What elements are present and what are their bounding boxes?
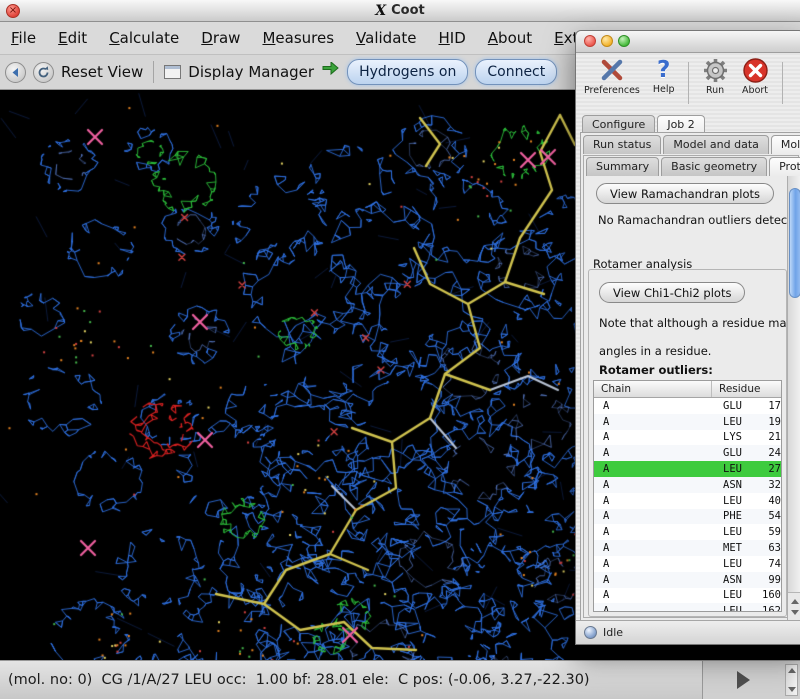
molprobity-dialog: Preferences ? Help Run (575, 30, 800, 645)
screen: × X Coot FileEditCalculateDrawMeasuresVa… (0, 0, 800, 699)
coot-titlebar: × X Coot (0, 0, 800, 22)
toolbar-separator (153, 61, 154, 83)
view-ramachandran-plots-button[interactable]: View Ramachandran plots (596, 183, 774, 204)
dialog-scrollbar[interactable] (787, 176, 800, 621)
reset-view-button[interactable]: Reset View (61, 63, 143, 81)
rotamer-row-LYS-21[interactable]: ALYS21 (594, 430, 781, 446)
rotamer-row-LEU-162[interactable]: ALEU162 (594, 603, 781, 612)
dialog-status-bar: Idle (576, 620, 800, 644)
rotamer-frame: View Chi1-Chi2 plots Note that although … (588, 269, 787, 617)
scrollbar-arrows[interactable] (788, 592, 800, 621)
display-manager-button[interactable]: Display Manager (188, 63, 314, 81)
chain-column-header[interactable]: Chain (594, 381, 712, 397)
preferences-button[interactable]: Preferences (584, 57, 640, 96)
scroll-down-icon (788, 687, 796, 692)
rotamer-row-LEU-74[interactable]: ALEU74 (594, 556, 781, 572)
rotamer-row-GLU-17[interactable]: AGLU17 (594, 398, 781, 414)
menu-file[interactable]: File (0, 22, 47, 55)
main-status-bar: (mol. no: 0) CG /1/A/27 LEU occ: 1.00 bf… (0, 660, 800, 699)
hydrogens-toggle-button[interactable]: Hydrogens on (347, 59, 468, 85)
back-view-icon[interactable] (5, 62, 26, 83)
rotamer-row-PHE-54[interactable]: APHE54 (594, 509, 781, 525)
tab-category-protein[interactable]: Protein (769, 157, 800, 176)
x11-icon: X (375, 3, 386, 19)
dialog-close-button[interactable] (584, 35, 596, 47)
refresh-view-icon[interactable] (33, 62, 54, 83)
dialog-toolbar-separator (688, 62, 689, 104)
notebook: Run statusModel and dataMolProbity Summa… (580, 132, 800, 621)
category-tabs: SummaryBasic geometryProteinC (586, 157, 800, 176)
rotamer-note-line1: Note that although a residue may lie (599, 316, 799, 330)
atom-status-text: (mol. no: 0) CG /1/A/27 LEU occ: 1.00 bf… (8, 661, 590, 699)
scrollbar-down-icon (791, 610, 799, 615)
dialog-zoom-button[interactable] (618, 35, 630, 47)
menu-edit[interactable]: Edit (47, 22, 98, 55)
status-corner-panel (702, 661, 800, 699)
rotamer-table: Chain Residue AGLU17ALEU19ALYS21AGLU24AL… (593, 380, 782, 612)
rotamer-table-body: AGLU17ALEU19ALYS21AGLU24ALEU27AASN32ALEU… (594, 398, 781, 612)
menu-calculate[interactable]: Calculate (98, 22, 190, 55)
green-arrow-icon[interactable] (321, 62, 340, 82)
rotamer-row-LEU-59[interactable]: ALEU59 (594, 524, 781, 540)
abort-x-icon (742, 57, 769, 84)
protein-tab-content: View Ramachandran plots No Ramachandran … (584, 177, 799, 617)
play-icon[interactable] (737, 671, 750, 689)
run-button[interactable]: Run (702, 57, 729, 96)
view-chi1-chi2-plots-button[interactable]: View Chi1-Chi2 plots (599, 282, 745, 303)
rotamer-row-GLU-24[interactable]: AGLU24 (594, 445, 781, 461)
rotamer-row-LEU-19[interactable]: ALEU19 (594, 414, 781, 430)
rotamer-table-header: Chain Residue (594, 381, 781, 398)
tools-icon (598, 57, 625, 84)
connect-toggle-button[interactable]: Connect (475, 59, 557, 85)
tab-category-summary[interactable]: Summary (586, 157, 659, 176)
rotamer-note-line2: angles in a residue. (599, 344, 711, 358)
rotamer-row-LEU-160[interactable]: ALEU160 (594, 588, 781, 604)
menu-validate[interactable]: Validate (345, 22, 427, 55)
tab-section-molprobity[interactable]: MolProbity (771, 135, 800, 154)
status-orb-icon (584, 626, 597, 639)
help-button[interactable]: ? Help (653, 57, 675, 95)
ramachandran-message: No Ramachandran outliers detected (598, 213, 799, 227)
rotamer-row-LEU-40[interactable]: ALEU40 (594, 493, 781, 509)
rotamer-row-ASN-99[interactable]: AASN99 (594, 572, 781, 588)
rotamer-row-MET-63[interactable]: AMET63 (594, 540, 781, 556)
dialog-status-text: Idle (603, 626, 623, 639)
menu-measures[interactable]: Measures (251, 22, 345, 55)
rotamer-row-ASN-32[interactable]: AASN32 (594, 477, 781, 493)
scrollbar-up-icon (791, 599, 799, 604)
display-manager-icon (164, 65, 181, 79)
menu-hid[interactable]: HID (428, 22, 477, 55)
tab-category-basic-geometry[interactable]: Basic geometry (661, 157, 767, 176)
menu-draw[interactable]: Draw (190, 22, 251, 55)
scrollbar-thumb[interactable] (789, 188, 800, 298)
dialog-titlebar (576, 31, 800, 53)
scroll-up-icon (788, 668, 796, 673)
dialog-toolbar: Preferences ? Help Run (576, 54, 800, 114)
corner-scrollbar[interactable] (785, 664, 798, 696)
tab-section-model-and-data[interactable]: Model and data (663, 135, 769, 154)
dialog-toolbar-separator-2 (782, 62, 783, 104)
tab-section-run-status[interactable]: Run status (583, 135, 661, 154)
question-mark-icon: ? (657, 57, 670, 83)
section-tabs: Run statusModel and dataMolProbity (583, 135, 800, 154)
residue-column-header[interactable]: Residue (712, 383, 781, 395)
rotamer-row-LEU-27[interactable]: ALEU27 (594, 461, 781, 477)
rotamer-outliers-label: Rotamer outliers: (599, 363, 713, 377)
window-title-text: Coot (391, 3, 425, 18)
window-title: X Coot (0, 0, 800, 21)
gear-icon (702, 57, 729, 84)
dialog-minimize-button[interactable] (601, 35, 613, 47)
abort-button[interactable]: Abort (742, 57, 769, 96)
menu-about[interactable]: About (477, 22, 543, 55)
